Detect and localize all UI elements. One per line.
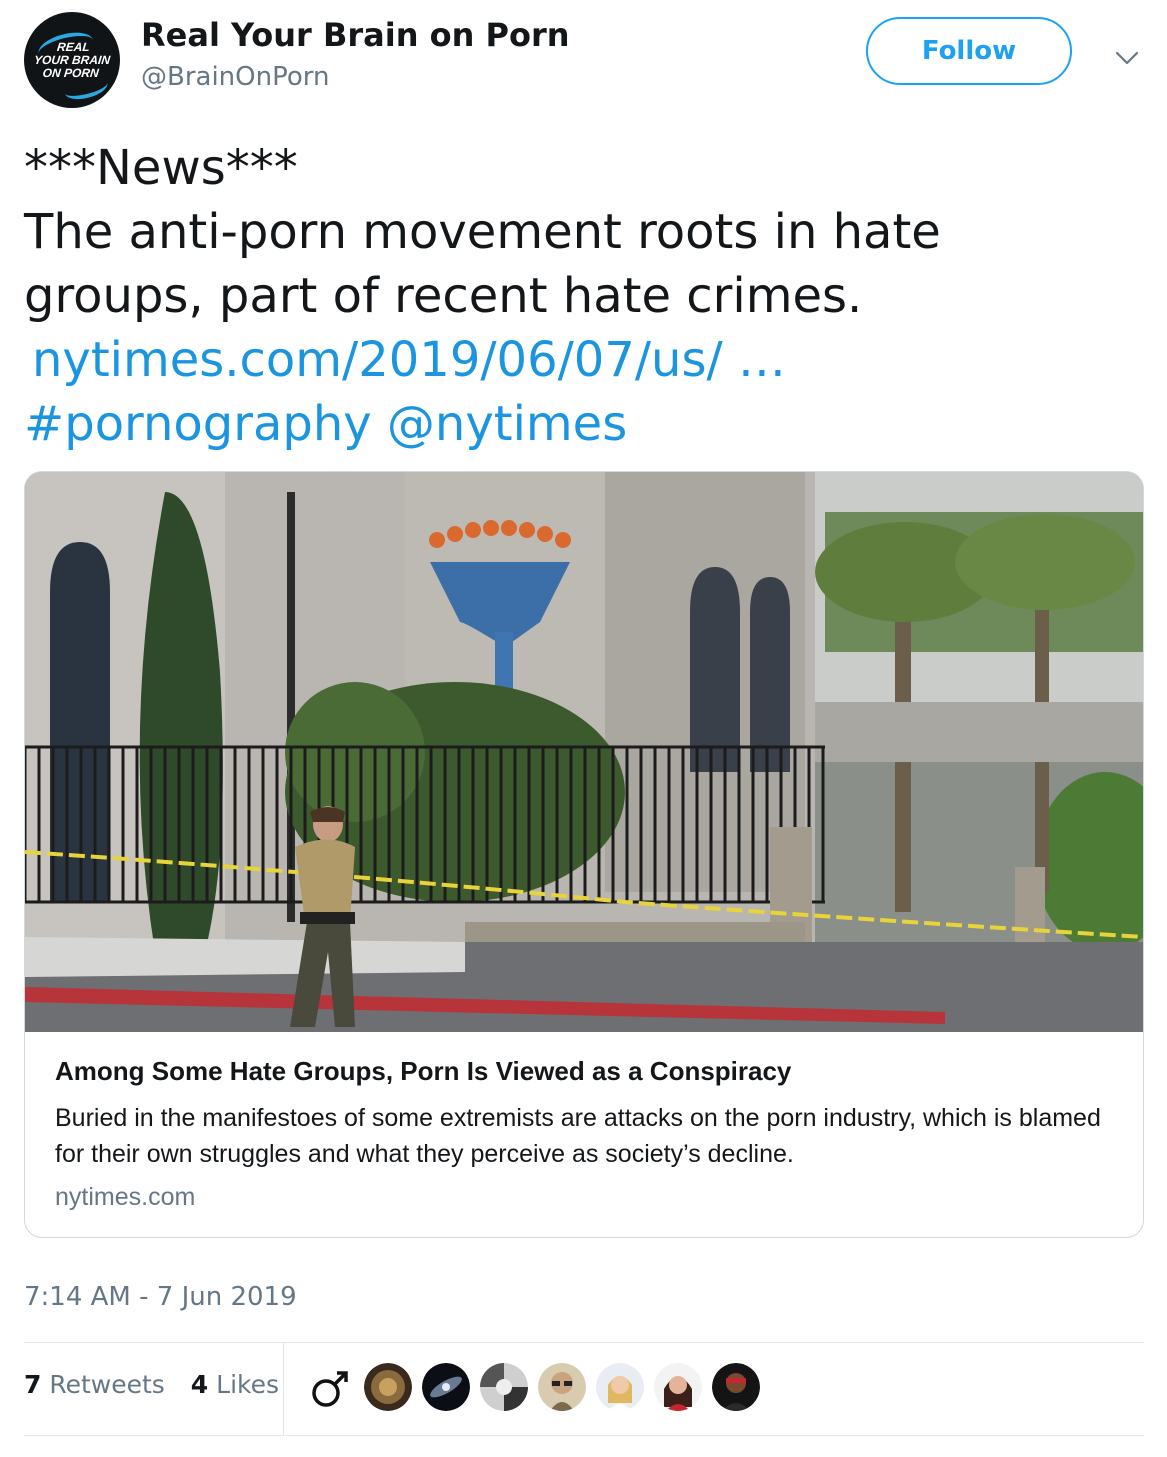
tweet-line: groups, part of recent hate crimes. — [24, 268, 863, 324]
liker-avatar[interactable] — [306, 1363, 354, 1411]
mention-link[interactable]: @nytimes — [387, 396, 627, 452]
liker-avatar[interactable] — [364, 1363, 412, 1411]
chevron-down-icon[interactable] — [1112, 44, 1142, 72]
liker-avatar[interactable] — [480, 1363, 528, 1411]
liker-avatar[interactable] — [422, 1363, 470, 1411]
tweet-tags-line: #pornography @nytimes — [24, 392, 1144, 456]
card-image — [25, 472, 1143, 1032]
card-domain: nytimes.com — [55, 1183, 196, 1211]
liker-avatar[interactable] — [712, 1363, 760, 1411]
card-description: Buried in the manifestoes of some extrem… — [55, 1104, 1101, 1168]
tweet-line: ***News*** — [24, 140, 298, 196]
likes-stat[interactable]: 4 Likes — [191, 1370, 279, 1399]
retweets-count: 7 — [24, 1370, 42, 1399]
liker-avatar[interactable] — [538, 1363, 586, 1411]
retweets-stat[interactable]: 7 Retweets — [24, 1370, 165, 1399]
tweet-text: ***News*** The anti-porn movement roots … — [24, 136, 1144, 456]
divider — [24, 1435, 1144, 1436]
tweet-timestamp[interactable]: 7:14 AM - 7 Jun 2019 — [24, 1282, 297, 1312]
author-avatar[interactable]: REAL YOUR BRAIN ON PORN — [24, 12, 120, 108]
tweet-url-link[interactable]: nytimes.com/2019/06/07/us/ … — [32, 332, 786, 388]
tweet-link-line: nytimes.com/2019/06/07/us/ … — [24, 328, 1144, 392]
link-card[interactable]: Among Some Hate Groups, Porn Is Viewed a… — [24, 471, 1144, 1238]
liker-avatar[interactable] — [654, 1363, 702, 1411]
follow-button[interactable]: Follow — [866, 17, 1072, 85]
hashtag-link[interactable]: #pornography — [24, 396, 372, 452]
tweet-line: The anti-porn movement roots in hate — [24, 204, 941, 260]
liker-avatars — [306, 1363, 770, 1413]
divider — [24, 1342, 1144, 1343]
tweet-stats: 7 Retweets 4 Likes — [24, 1370, 279, 1399]
likes-count: 4 — [190, 1370, 209, 1399]
author-display-name[interactable]: Real Your Brain on Porn — [141, 16, 570, 54]
author-handle[interactable]: @BrainOnPorn — [141, 62, 329, 92]
card-title[interactable]: Among Some Hate Groups, Porn Is Viewed a… — [55, 1056, 791, 1087]
liker-avatar[interactable] — [596, 1363, 644, 1411]
retweets-label: Retweets — [49, 1370, 165, 1399]
stats-divider — [283, 1343, 284, 1435]
likes-label: Likes — [216, 1370, 280, 1399]
